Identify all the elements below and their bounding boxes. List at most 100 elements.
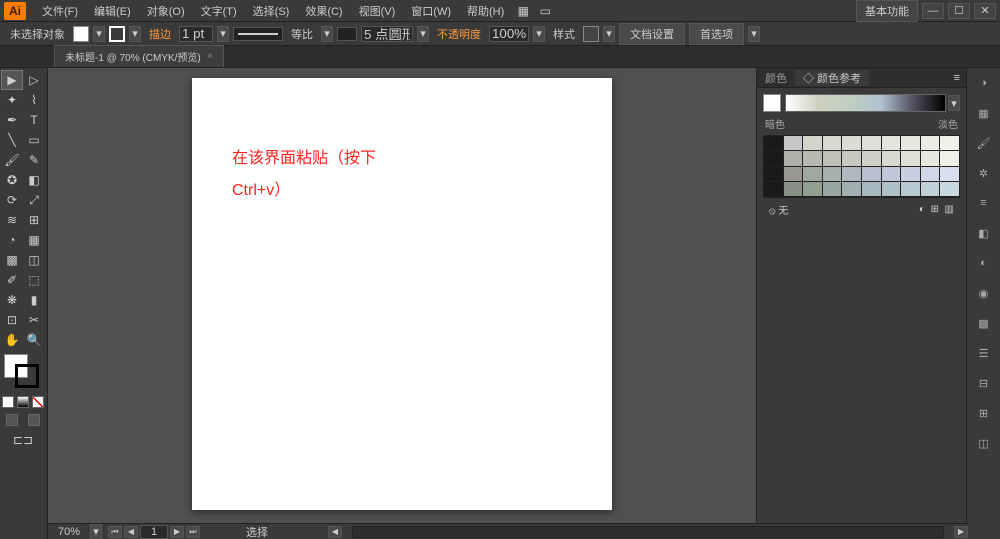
paintbrush-tool[interactable]: 🖌: [1, 150, 23, 170]
brush-preview[interactable]: [337, 27, 357, 41]
hscroll-right[interactable]: ▶: [954, 526, 968, 538]
symbols-panel-icon[interactable]: ✲: [973, 162, 995, 184]
menu-help[interactable]: 帮助(H): [459, 3, 512, 19]
screen-mode-tool[interactable]: ⊏⊐: [1, 430, 45, 450]
style-dropdown[interactable]: ▾: [603, 26, 615, 42]
lasso-tool[interactable]: ⌇: [23, 90, 45, 110]
graphic-styles-panel-icon[interactable]: ▩: [973, 312, 995, 334]
gradient-tool[interactable]: ◫: [23, 250, 45, 270]
line-tool[interactable]: ╲: [1, 130, 23, 150]
color-panel-icon[interactable]: ◑: [973, 72, 995, 94]
menu-object[interactable]: 对象(O): [139, 3, 193, 19]
opacity-dropdown[interactable]: ▾: [533, 26, 545, 42]
zoom-dropdown[interactable]: ▾: [90, 524, 102, 539]
screen-mode-icon[interactable]: ▭: [534, 1, 556, 21]
swatch-cell[interactable]: [803, 182, 822, 196]
rectangle-tool[interactable]: ▭: [23, 130, 45, 150]
close-tab-icon[interactable]: ×: [207, 51, 213, 62]
swatch-cell[interactable]: [842, 182, 861, 196]
direct-selection-tool[interactable]: ▷: [23, 70, 45, 90]
swatches-panel-icon[interactable]: ▦: [973, 102, 995, 124]
stroke-dropdown[interactable]: ▾: [129, 26, 141, 42]
menu-edit[interactable]: 编辑(E): [86, 3, 139, 19]
harmony-dropdown[interactable]: ▾: [948, 95, 960, 111]
column-graph-tool[interactable]: ▮: [23, 290, 45, 310]
swatch-none-icon[interactable]: ⦸: [769, 206, 776, 217]
profile-dropdown[interactable]: ▾: [321, 26, 333, 42]
mesh-tool[interactable]: ▩: [1, 250, 23, 270]
brushes-panel-icon[interactable]: 🖌: [973, 132, 995, 154]
window-close[interactable]: ✕: [974, 3, 996, 19]
arrange-docs-icon[interactable]: ▦: [512, 1, 534, 21]
magic-wand-tool[interactable]: ✦: [1, 90, 23, 110]
swatch-cell[interactable]: [862, 136, 881, 150]
swatch-cell[interactable]: [823, 167, 842, 181]
pathfinder-panel-icon[interactable]: ◫: [973, 432, 995, 454]
color-panel-tab[interactable]: 颜色: [757, 70, 795, 86]
swatch-cell[interactable]: [803, 167, 822, 181]
slice-tool[interactable]: ✂: [23, 310, 45, 330]
menu-select[interactable]: 选择(S): [245, 3, 298, 19]
swatch-cell[interactable]: [901, 167, 920, 181]
canvas-area[interactable]: 在该界面粘贴（按下 Ctrl+v）: [48, 68, 756, 539]
swatch-cell[interactable]: [823, 182, 842, 196]
swatch-cell[interactable]: [823, 151, 842, 165]
harmony-ramp[interactable]: [785, 94, 946, 112]
stroke-panel-icon[interactable]: ≡: [973, 192, 995, 214]
artboard-number[interactable]: 1: [140, 525, 168, 539]
panel-menu-icon[interactable]: ≡: [948, 72, 966, 84]
opacity-input[interactable]: [489, 26, 529, 42]
perspective-tool[interactable]: ▦: [23, 230, 45, 250]
menu-window[interactable]: 窗口(W): [403, 3, 459, 19]
style-swatch[interactable]: [583, 26, 599, 42]
swatch-cell[interactable]: [940, 182, 959, 196]
fill-swatch[interactable]: [73, 26, 89, 42]
swatch-cell[interactable]: [764, 167, 783, 181]
swatch-cell[interactable]: [921, 136, 940, 150]
stroke-color[interactable]: [15, 364, 39, 388]
color-mode-icon[interactable]: [2, 396, 14, 408]
none-mode-icon[interactable]: [32, 396, 44, 408]
swatch-cell[interactable]: [882, 167, 901, 181]
workspace-switcher[interactable]: 基本功能: [856, 0, 918, 22]
menu-effect[interactable]: 效果(C): [297, 3, 350, 19]
color-guide-panel-tab[interactable]: ◇ 颜色参考: [795, 70, 869, 86]
transform-panel-icon[interactable]: ⊞: [973, 402, 995, 424]
artboard-next[interactable]: ▶: [170, 526, 184, 538]
document-tab[interactable]: 未标题-1 @ 70% (CMYK/预览) ×: [54, 45, 224, 67]
swatch-cell[interactable]: [784, 151, 803, 165]
swatch-cell[interactable]: [901, 151, 920, 165]
document-setup-button[interactable]: 文档设置: [619, 23, 685, 45]
draw-normal-icon[interactable]: [6, 414, 18, 426]
swatch-cell[interactable]: [901, 182, 920, 196]
swatch-cell[interactable]: [862, 151, 881, 165]
swatch-cell[interactable]: [921, 167, 940, 181]
eyedropper-tool[interactable]: ✐: [1, 270, 23, 290]
stroke-weight-dropdown[interactable]: ▾: [217, 26, 229, 42]
eraser-tool[interactable]: ◧: [23, 170, 45, 190]
swatch-cell[interactable]: [921, 151, 940, 165]
swatch-cell[interactable]: [784, 182, 803, 196]
swatch-cell[interactable]: [803, 136, 822, 150]
stroke-preview[interactable]: [233, 27, 283, 41]
free-transform-tool[interactable]: ⊞: [23, 210, 45, 230]
zoom-tool[interactable]: 🔍: [23, 330, 45, 350]
align-panel-icon[interactable]: ⊟: [973, 372, 995, 394]
symbol-sprayer-tool[interactable]: ❋: [1, 290, 23, 310]
hscroll-track[interactable]: [352, 526, 944, 538]
appearance-panel-icon[interactable]: ◉: [973, 282, 995, 304]
swatch-cell[interactable]: [862, 182, 881, 196]
swatch-cell[interactable]: [882, 182, 901, 196]
artboard[interactable]: 在该界面粘贴（按下 Ctrl+v）: [192, 78, 612, 510]
stroke-swatch[interactable]: [109, 26, 125, 42]
swatch-cell[interactable]: [764, 182, 783, 196]
swatch-cell[interactable]: [803, 151, 822, 165]
blob-brush-tool[interactable]: ✪: [1, 170, 23, 190]
stroke-weight-input[interactable]: [179, 26, 213, 42]
swatch-cell[interactable]: [784, 167, 803, 181]
save-group-icon[interactable]: ⊞: [931, 204, 939, 215]
swatch-cell[interactable]: [901, 136, 920, 150]
window-minimize[interactable]: —: [922, 3, 944, 19]
swatch-cell[interactable]: [764, 136, 783, 150]
zoom-level[interactable]: 70%: [48, 526, 90, 538]
